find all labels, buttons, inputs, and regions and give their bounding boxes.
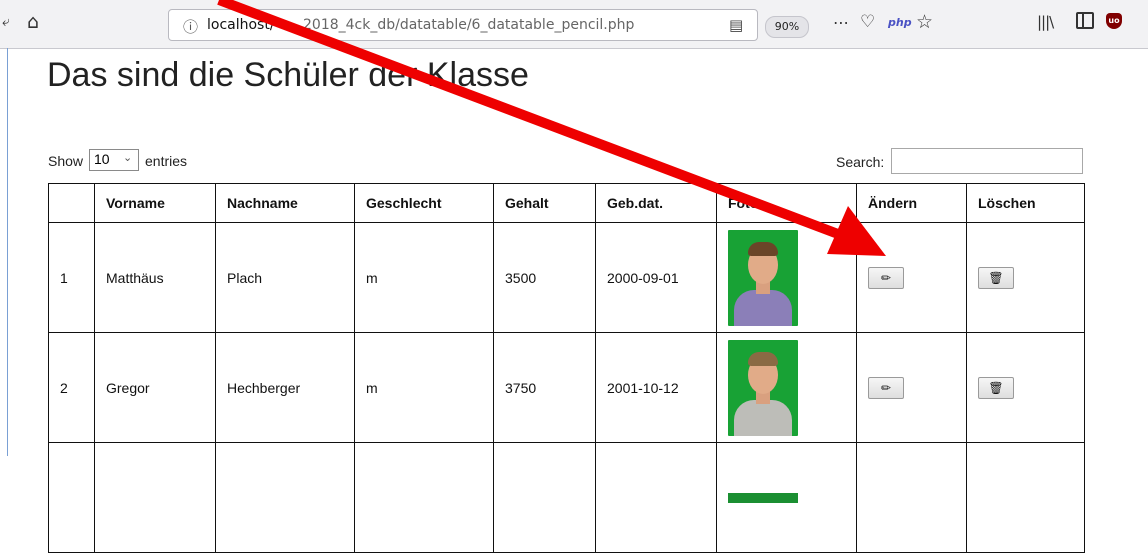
student-photo bbox=[728, 492, 798, 503]
table-row bbox=[48, 442, 1085, 553]
annotation-arrow bbox=[217, 0, 886, 256]
arrow-shaft bbox=[217, 0, 840, 239]
